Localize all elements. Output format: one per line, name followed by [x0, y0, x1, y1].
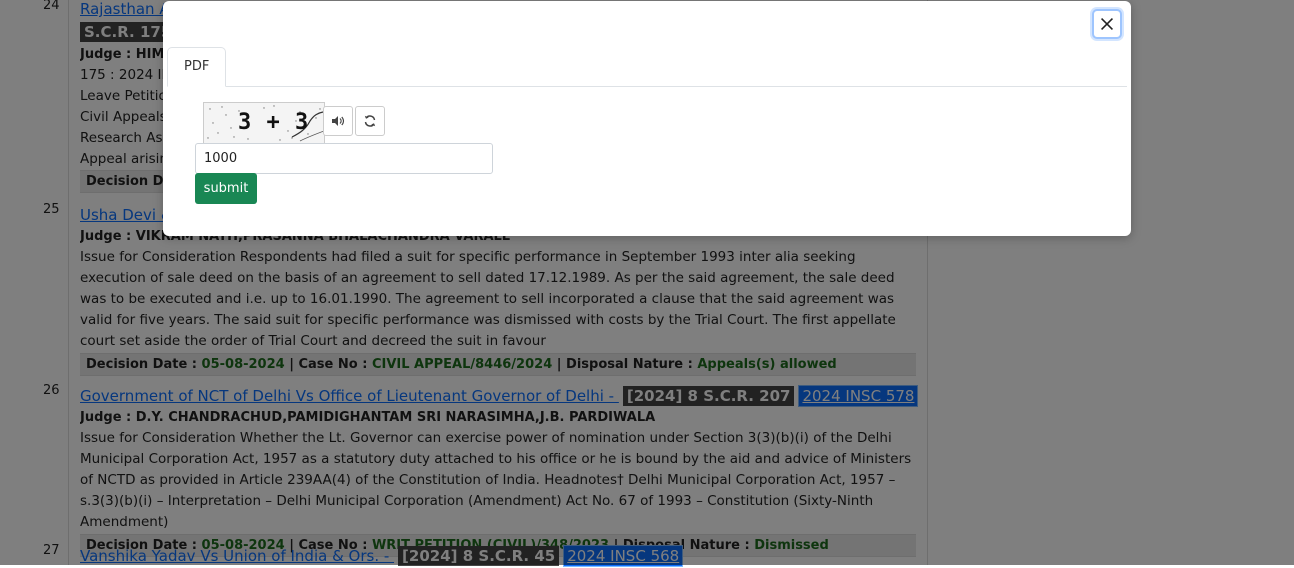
captcha-modal: PDF 3 + 3 1000 submit [163, 1, 1131, 236]
submit-button[interactable]: submit [195, 173, 257, 204]
audio-captcha-button[interactable] [323, 106, 353, 136]
captcha-image: 3 + 3 [203, 102, 325, 144]
captcha-text: 3 + 3 [238, 110, 310, 135]
refresh-icon [364, 115, 376, 127]
refresh-captcha-button[interactable] [355, 106, 385, 136]
modal-tab-bar: PDF [167, 47, 1127, 87]
close-icon [1101, 18, 1113, 30]
speaker-icon [332, 116, 345, 126]
close-button[interactable] [1092, 9, 1122, 39]
captcha-answer-input[interactable] [195, 143, 493, 174]
tab-pdf[interactable]: PDF [167, 47, 227, 87]
